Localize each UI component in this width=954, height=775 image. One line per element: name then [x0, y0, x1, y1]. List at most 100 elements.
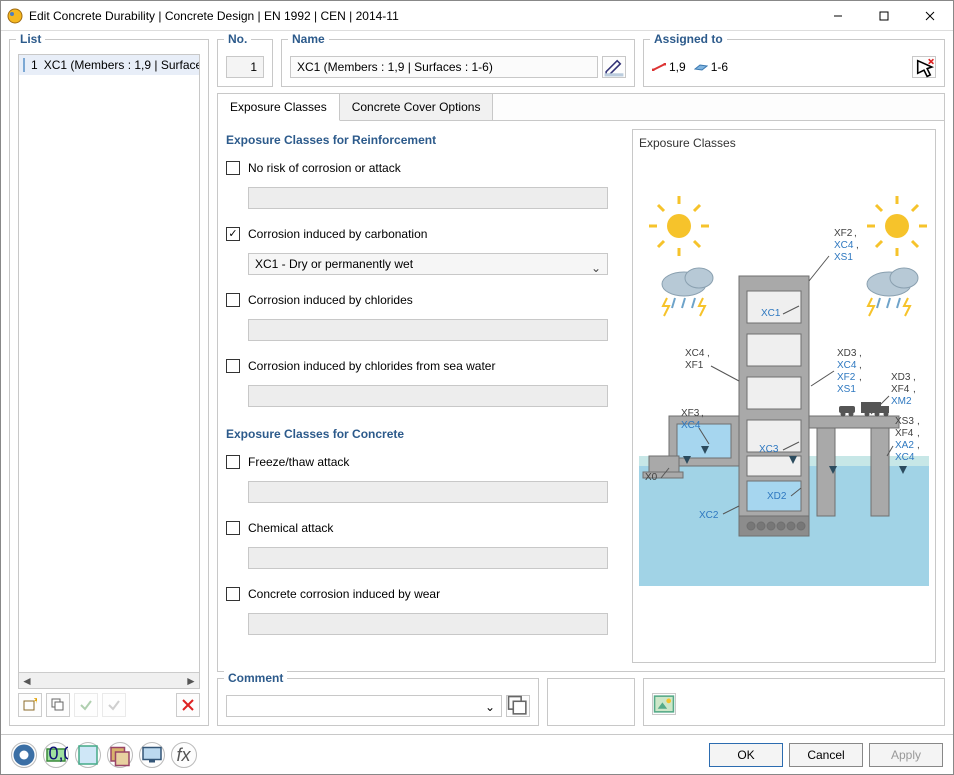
combo-carbonation-value: XC1 - Dry or permanently wet [255, 257, 413, 271]
no-title: No. [224, 32, 251, 46]
cloud-icon [867, 268, 918, 296]
check-chlorides-sea-label: Corrosion induced by chlorides from sea … [248, 359, 495, 373]
check-wear[interactable] [226, 587, 240, 601]
copy-item-button[interactable] [46, 693, 70, 717]
function-button[interactable]: fx [171, 742, 197, 768]
section-concrete-title: Exposure Classes for Concrete [226, 427, 622, 441]
lbl-xf3: XF3 [681, 408, 700, 419]
svg-text:,: , [917, 428, 920, 439]
diagram-title: Exposure Classes [639, 136, 929, 150]
chevron-down-icon[interactable]: ⌄ [485, 700, 495, 714]
lbl-xd2: XD2 [767, 491, 787, 502]
help-button[interactable] [11, 742, 37, 768]
combo-chlorides [248, 319, 608, 341]
display-button[interactable] [139, 742, 165, 768]
list-panel: List 1 XC1 (Members : 1,9 | Surfaces : 1… [9, 39, 209, 726]
exclude-button [102, 693, 126, 717]
truck-icon [861, 402, 889, 417]
svg-text:✶: ✶ [32, 698, 37, 707]
check-chlorides-sea[interactable] [226, 359, 240, 373]
list-scrollbar[interactable]: ◄ ► [19, 672, 199, 688]
check-no-risk[interactable] [226, 161, 240, 175]
combo-carbonation[interactable]: XC1 - Dry or permanently wet ⌄ [248, 253, 608, 275]
assigned-surfaces-value: 1-6 [711, 60, 728, 74]
svg-text:,: , [913, 384, 916, 395]
assigned-members-value: 1,9 [669, 60, 686, 74]
scroll-right-icon[interactable]: ► [183, 673, 199, 689]
lbl-xc1: XC1 [761, 308, 781, 319]
preview-image-button[interactable] [652, 693, 676, 715]
select-assigned-button[interactable] [912, 56, 936, 78]
form-column: Exposure Classes for Reinforcement No ri… [226, 129, 622, 663]
check-chlorides[interactable] [226, 293, 240, 307]
list-item-icon [23, 58, 25, 72]
view-button[interactable] [75, 742, 101, 768]
combo-wear [248, 613, 608, 635]
check-no-risk-row[interactable]: No risk of corrosion or attack [226, 159, 622, 177]
button-bar: 0,00 fx OK Cancel Apply [1, 734, 953, 774]
sun-icon [867, 196, 927, 256]
edit-name-button[interactable] [602, 56, 626, 78]
combo-chemical [248, 547, 608, 569]
check-freeze[interactable] [226, 455, 240, 469]
app-icon [7, 8, 23, 24]
layers-button[interactable] [107, 742, 133, 768]
lbl-x0: X0 [645, 472, 658, 483]
name-title: Name [288, 32, 329, 46]
check-carbonation-row[interactable]: Corrosion induced by carbonation [226, 225, 622, 243]
lbl-xc4b: XC4 [685, 348, 705, 359]
check-wear-row[interactable]: Concrete corrosion induced by wear [226, 585, 622, 603]
list-item[interactable]: 1 XC1 (Members : 1,9 | Surfaces : 1 [19, 55, 199, 75]
check-freeze-row[interactable]: Freeze/thaw attack [226, 453, 622, 471]
name-input[interactable]: XC1 (Members : 1,9 | Surfaces : 1-6) [290, 56, 598, 78]
check-chemical-row[interactable]: Chemical attack [226, 519, 622, 537]
check-carbonation-label: Corrosion induced by carbonation [248, 227, 427, 241]
delete-item-button[interactable] [176, 693, 200, 717]
surface-icon [694, 63, 708, 71]
tab-exposure-classes[interactable]: Exposure Classes [218, 94, 340, 121]
svg-text:,: , [859, 348, 862, 359]
scroll-left-icon[interactable]: ◄ [19, 673, 35, 689]
assigned-title: Assigned to [650, 32, 727, 46]
cancel-button[interactable]: Cancel [789, 743, 863, 767]
comment-combo[interactable]: ⌄ [226, 695, 502, 717]
comment-title: Comment [224, 671, 287, 685]
svg-text:fx: fx [177, 745, 192, 765]
combo-chlorides-sea [248, 385, 608, 407]
check-chlorides-row[interactable]: Corrosion induced by chlorides [226, 291, 622, 309]
title-bar: Edit Concrete Durability | Concrete Desi… [1, 1, 953, 31]
comment-library-button[interactable] [506, 695, 530, 717]
ok-button[interactable]: OK [709, 743, 783, 767]
list-title: List [16, 32, 45, 46]
minimize-button[interactable] [815, 1, 861, 31]
lbl-xc4e: XC4 [895, 452, 915, 463]
list-body[interactable]: 1 XC1 (Members : 1,9 | Surfaces : 1 ◄ ► [18, 54, 200, 689]
lbl-xs1b: XS1 [837, 384, 856, 395]
no-panel: No. 1 [217, 39, 273, 87]
no-input[interactable]: 1 [226, 56, 264, 78]
apply-button: Apply [869, 743, 943, 767]
close-button[interactable] [907, 1, 953, 31]
chevron-down-icon[interactable]: ⌄ [591, 258, 601, 278]
section-reinforcement-title: Exposure Classes for Reinforcement [226, 133, 622, 147]
include-button [74, 693, 98, 717]
maximize-button[interactable] [861, 1, 907, 31]
list-item-num: 1 [31, 58, 38, 72]
check-carbonation[interactable] [226, 227, 240, 241]
lbl-xf1: XF1 [685, 360, 704, 371]
check-chlorides-sea-row[interactable]: Corrosion induced by chlorides from sea … [226, 357, 622, 375]
check-chemical[interactable] [226, 521, 240, 535]
assigned-surfaces-chip: 1-6 [694, 60, 728, 74]
svg-text:,: , [856, 240, 859, 251]
lbl-xf2: XF2 [834, 228, 853, 239]
units-button[interactable]: 0,00 [43, 742, 69, 768]
svg-text:,: , [854, 228, 857, 239]
new-item-button[interactable]: ✶ [18, 693, 42, 717]
lbl-xs1: XS1 [834, 252, 853, 263]
diagram-panel: Exposure Classes [632, 129, 936, 663]
lbl-xc4d: XC4 [681, 420, 701, 431]
lbl-xs3: XS3 [895, 416, 914, 427]
tab-concrete-cover-options[interactable]: Concrete Cover Options [340, 94, 494, 120]
window-title: Edit Concrete Durability | Concrete Desi… [29, 9, 815, 23]
car-icon [839, 406, 855, 417]
